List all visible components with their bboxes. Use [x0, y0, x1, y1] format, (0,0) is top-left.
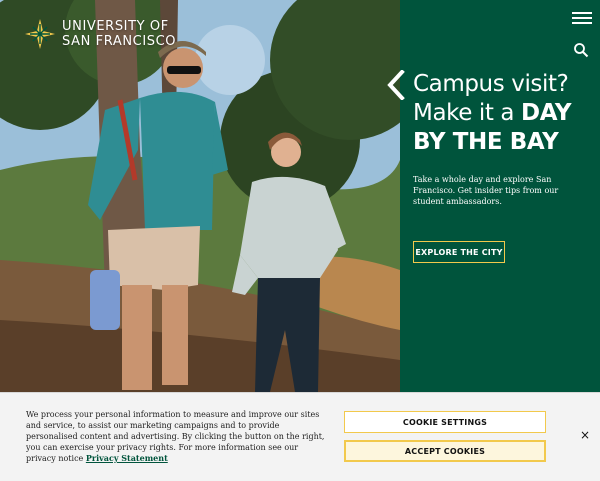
headline-part-2: Make it a: [413, 100, 522, 126]
wordmark-line-2: SAN FRANCISCO: [62, 34, 177, 49]
privacy-statement-link[interactable]: Privacy Statement: [86, 453, 168, 463]
cookie-message: We process your personal information to …: [26, 409, 326, 464]
usf-logo-link[interactable]: UNIVERSITY OF SAN FRANCISCO: [24, 18, 176, 50]
cookie-settings-button[interactable]: COOKIE SETTINGS: [344, 411, 546, 433]
cookie-banner: We process your personal information to …: [0, 392, 600, 481]
menu-bar-bottom: [572, 22, 592, 24]
close-icon[interactable]: ×: [578, 428, 592, 442]
accept-cookies-button[interactable]: ACCEPT COOKIES: [344, 440, 546, 462]
promo-description: Take a whole day and explore San Francis…: [413, 175, 559, 206]
hero-image: [0, 0, 400, 392]
usf-wordmark: UNIVERSITY OF SAN FRANCISCO: [62, 19, 176, 49]
hero-illustration: [0, 0, 400, 392]
wordmark-line-1: UNIVERSITY OF: [62, 19, 169, 34]
chevron-left-icon[interactable]: [382, 70, 412, 100]
explore-the-city-button[interactable]: EXPLORE THE CITY: [413, 241, 505, 263]
promo-headline: Campus visit? Make it a DAY BY THE BAY: [413, 70, 593, 157]
headline-part-1: Campus visit?: [413, 71, 569, 97]
search-button[interactable]: [572, 42, 590, 60]
cookie-message-text: We process your personal information to …: [26, 410, 325, 463]
menu-bar-middle: [572, 17, 592, 19]
hamburger-menu-button[interactable]: [572, 9, 592, 27]
search-icon: [574, 43, 589, 58]
promo-panel: Campus visit? Make it a DAY BY THE BAY Ta…: [387, 0, 600, 392]
usf-logo-mark-icon: [24, 18, 56, 50]
menu-bar-top: [572, 12, 592, 14]
